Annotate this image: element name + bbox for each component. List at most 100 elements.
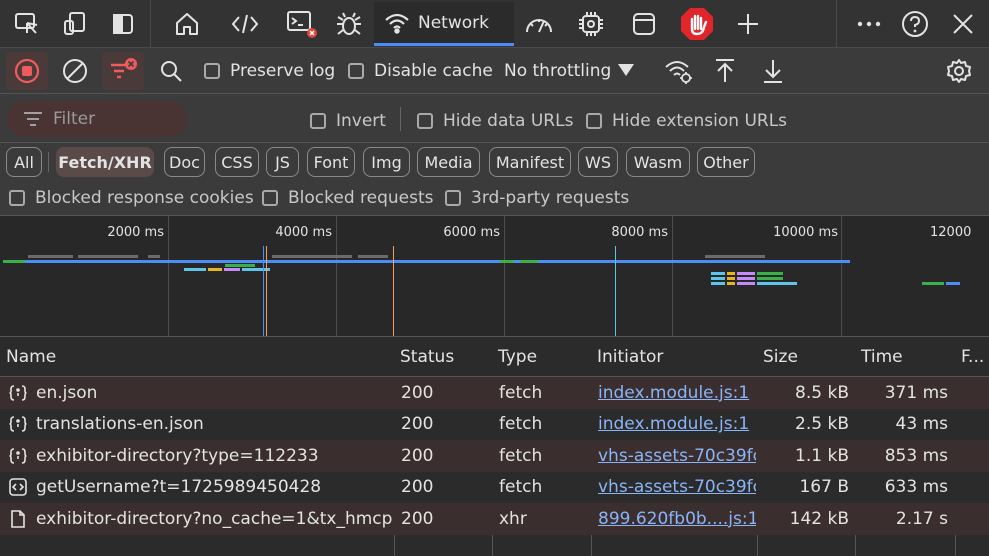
table-header: Name Status Type Initiator Size Time F..…: [0, 337, 989, 377]
checkbox-box: [445, 190, 461, 206]
request-size: 167 B: [799, 477, 849, 498]
request-type: fetch: [499, 477, 543, 498]
checkbox-box: [9, 190, 25, 206]
upload-icon: [716, 59, 734, 82]
help-icon[interactable]: [898, 8, 932, 40]
request-time: 633 ms: [884, 477, 948, 498]
type-filter-js[interactable]: JS: [266, 147, 299, 177]
sources-bug-icon[interactable]: [332, 8, 366, 40]
timeline-segment: [705, 255, 765, 258]
import-har-button[interactable]: [708, 54, 742, 88]
json-icon: [9, 447, 27, 464]
checkbox-box: [262, 190, 278, 206]
timeline-segment: [946, 282, 960, 285]
throttling-select[interactable]: No throttling: [496, 52, 648, 90]
timeline-segment: [737, 282, 755, 285]
request-initiator-link[interactable]: index.module.js:1: [598, 409, 756, 441]
request-type: fetch: [499, 382, 543, 403]
table-row[interactable]: en.json 200 fetch index.module.js:1 8.5 …: [0, 377, 989, 409]
third-party-requests-checkbox[interactable]: 3rd-party requests: [445, 188, 629, 208]
table-row[interactable]: exhibitor-directory?no_cache=1&tx_hmcpl.…: [0, 503, 989, 535]
network-conditions-button[interactable]: [662, 54, 696, 88]
blocked-requests-label: Blocked requests: [288, 188, 434, 208]
column-header-type[interactable]: Type: [492, 337, 591, 377]
more-options-icon[interactable]: [852, 8, 886, 40]
type-filter-fetch-xhr[interactable]: Fetch/XHR: [56, 147, 154, 177]
filter-lines-icon: [24, 112, 42, 126]
type-filter-other[interactable]: Other: [697, 147, 755, 177]
request-size: 1.1 kB: [795, 445, 849, 466]
grid-line: [336, 216, 337, 336]
search-button[interactable]: [154, 54, 188, 88]
request-initiator-link[interactable]: 899.620fb0b....js:1: [598, 503, 756, 535]
hide-data-urls-checkbox[interactable]: Hide data URLs: [417, 111, 573, 131]
type-filter-img[interactable]: Img: [363, 147, 410, 177]
timeline-segment: [78, 255, 138, 258]
table-row[interactable]: exhibitor-directory?type=112233 200 fetc…: [0, 440, 989, 472]
blocked-response-cookies-checkbox[interactable]: Blocked response cookies: [9, 188, 254, 208]
preserve-log-checkbox[interactable]: Preserve log: [204, 61, 335, 81]
filter-toggle-button[interactable]: [102, 52, 144, 90]
download-icon: [764, 60, 782, 83]
elements-code-icon[interactable]: [228, 8, 262, 40]
network-settings-button[interactable]: [942, 54, 976, 88]
blocked-requests-checkbox[interactable]: Blocked requests: [262, 188, 434, 208]
column-header-more[interactable]: F...: [955, 337, 989, 377]
timeline-tick-label: 12000: [930, 225, 972, 240]
add-tab-plus-icon[interactable]: [731, 8, 765, 40]
table-row[interactable]: translations-en.json 200 fetch index.mod…: [0, 408, 989, 441]
invert-checkbox[interactable]: Invert: [310, 111, 386, 131]
welcome-home-icon[interactable]: [170, 8, 204, 40]
tab-network[interactable]: Network: [374, 2, 514, 46]
table-row[interactable]: getUsername?t=1725989450428 200 fetch vh…: [0, 471, 989, 504]
filter-input[interactable]: [53, 109, 173, 129]
clear-log-button[interactable]: [56, 54, 94, 88]
console-icon[interactable]: [284, 8, 320, 40]
type-filter-doc[interactable]: Doc: [164, 147, 205, 177]
type-filter-ws[interactable]: WS: [578, 147, 618, 177]
column-header-initiator[interactable]: Initiator: [591, 337, 757, 377]
inspect-element-icon[interactable]: [10, 8, 44, 40]
type-filter-all[interactable]: All: [6, 147, 42, 177]
column-header-size[interactable]: Size: [757, 337, 855, 377]
column-header-time[interactable]: Time: [855, 337, 955, 377]
third-party-requests-label: 3rd-party requests: [471, 188, 630, 208]
request-initiator-link[interactable]: index.module.js:1: [598, 377, 756, 409]
type-filter-wasm[interactable]: Wasm: [626, 147, 690, 177]
divider: [48, 152, 49, 172]
stop-hand-extension-icon[interactable]: [679, 6, 715, 42]
timeline-segment: [922, 282, 944, 285]
timeline-segment: [500, 260, 514, 263]
timeline-segment: [711, 277, 725, 280]
timeline-segment: [757, 277, 783, 280]
timeline-tick-label: 6000 ms: [443, 225, 500, 240]
type-filter-font[interactable]: Font: [307, 147, 355, 177]
request-initiator-link[interactable]: vhs-assets-70c39fc...: [598, 440, 756, 472]
stop-recording-button[interactable]: [6, 52, 48, 90]
hide-extension-urls-checkbox[interactable]: Hide extension URLs: [586, 111, 787, 131]
type-filter-media[interactable]: Media: [417, 147, 480, 177]
request-name: exhibitor-directory?no_cache=1&tx_hmcpl.…: [36, 508, 392, 529]
disable-cache-checkbox[interactable]: Disable cache: [348, 61, 493, 81]
load-event-marker: [393, 246, 394, 336]
sidebar-toggle-icon[interactable]: [106, 8, 140, 40]
network-overview-timeline[interactable]: 2000 ms 4000 ms 6000 ms 8000 ms 10000 ms…: [0, 215, 989, 337]
column-header-status[interactable]: Status: [394, 337, 492, 377]
type-filter-manifest[interactable]: Manifest: [489, 147, 571, 177]
checkbox-box: [417, 113, 433, 129]
gear-icon: [947, 59, 971, 83]
filter-field[interactable]: [7, 101, 187, 137]
timeline-segment: [520, 260, 538, 263]
performance-gauge-icon[interactable]: [522, 8, 556, 40]
disable-cache-label: Disable cache: [374, 61, 493, 81]
device-toolbar-icon[interactable]: [58, 8, 92, 40]
close-devtools-icon[interactable]: [946, 8, 980, 40]
code-icon: [9, 478, 27, 497]
type-filter-css[interactable]: CSS: [215, 147, 259, 177]
export-har-button[interactable]: [756, 54, 790, 88]
filter-funnel-icon: [111, 58, 137, 79]
memory-chip-icon[interactable]: [574, 8, 608, 40]
column-header-name[interactable]: Name: [0, 337, 394, 377]
request-initiator-link[interactable]: vhs-assets-70c39fc...: [598, 472, 756, 504]
application-window-icon[interactable]: [627, 8, 661, 40]
